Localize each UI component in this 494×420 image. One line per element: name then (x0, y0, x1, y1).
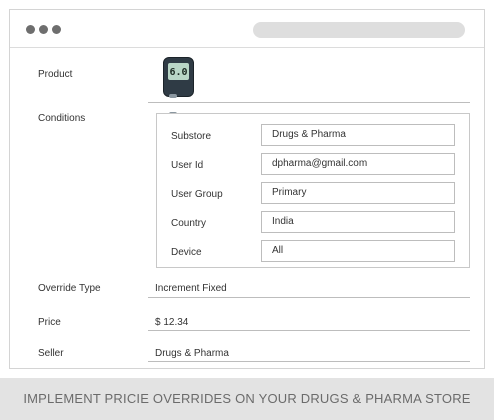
override-type-divider (148, 297, 470, 298)
address-bar[interactable] (253, 22, 465, 38)
browser-window: Product 6.0 Conditions Substore Drugs & … (9, 9, 485, 369)
device-label: Device (171, 247, 202, 258)
price-value[interactable]: $ 12.34 (155, 317, 188, 328)
override-type-label: Override Type (38, 283, 101, 294)
conditions-label: Conditions (38, 113, 86, 124)
maximize-dot[interactable] (52, 25, 61, 34)
glucose-meter-icon: 6.0 (163, 57, 194, 116)
device-screen: 6.0 (168, 63, 189, 80)
window-titlebar (10, 10, 484, 48)
country-label: Country (171, 218, 207, 229)
device-field[interactable]: All (261, 240, 455, 262)
caption-banner: IMPLEMENT PRICIE OVERRIDES ON YOUR DRUGS… (0, 378, 494, 420)
substore-field[interactable]: Drugs & Pharma (261, 124, 455, 146)
substore-label: Substore (171, 131, 212, 142)
price-divider (148, 330, 470, 331)
user-group-field[interactable]: Primary (261, 182, 455, 204)
override-type-value[interactable]: Increment Fixed (155, 283, 227, 294)
user-group-label: User Group (171, 189, 223, 200)
seller-label: Seller (38, 348, 64, 359)
product-label: Product (38, 69, 73, 80)
country-field[interactable]: India (261, 211, 455, 233)
seller-divider (148, 361, 470, 362)
conditions-panel: Substore Drugs & Pharma User Id dpharma@… (156, 113, 470, 268)
device-buttons (169, 85, 188, 116)
close-dot[interactable] (26, 25, 35, 34)
seller-value[interactable]: Drugs & Pharma (155, 348, 229, 359)
price-label: Price (38, 317, 61, 328)
user-id-field[interactable]: dpharma@gmail.com (261, 153, 455, 175)
user-id-label: User Id (171, 160, 204, 171)
minimize-dot[interactable] (39, 25, 48, 34)
product-divider (148, 102, 470, 103)
